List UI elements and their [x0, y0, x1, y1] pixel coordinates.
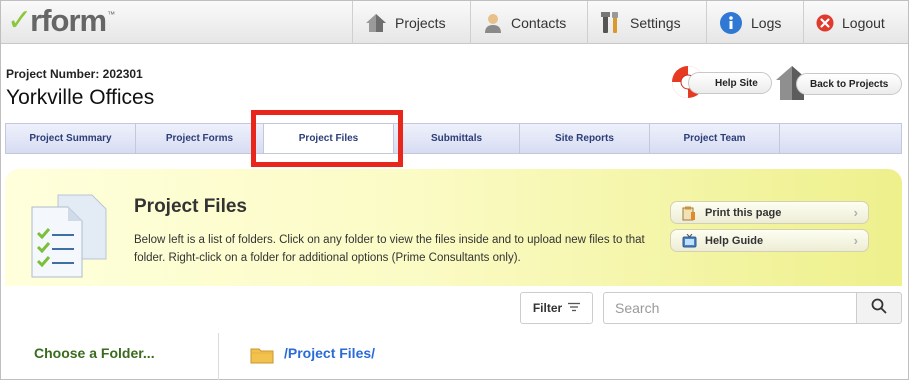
house-icon	[365, 13, 387, 33]
app-logo[interactable]: ✓ rform ™	[7, 3, 116, 38]
filter-label: Filter	[532, 301, 563, 315]
project-number: Project Number: 202301	[6, 67, 143, 81]
print-page-button[interactable]: Print this page ›	[670, 201, 869, 224]
info-icon	[719, 11, 743, 35]
search-icon	[871, 298, 887, 319]
back-to-projects-button[interactable]: Back to Projects	[796, 73, 902, 95]
user-icon	[483, 12, 503, 34]
checklist-documents-icon	[30, 193, 110, 284]
close-circle-icon	[816, 14, 834, 32]
nav-contacts[interactable]: Contacts	[470, 1, 587, 44]
print-icon	[682, 206, 696, 224]
nav-label: Logout	[842, 14, 885, 31]
checkmark-logo-icon: ✓	[7, 3, 33, 38]
active-tab-highlight	[251, 110, 403, 167]
info-panel	[5, 169, 902, 286]
tab-project-team[interactable]: Project Team	[650, 124, 780, 153]
tv-icon	[682, 233, 697, 251]
filter-lines-icon	[568, 301, 581, 315]
nav-logout[interactable]: Logout	[803, 1, 909, 44]
nav-label: Settings	[630, 14, 681, 31]
logo-trademark: ™	[107, 10, 116, 19]
project-tabs: Project Summary Project Forms Project Fi…	[5, 123, 902, 154]
nav-projects[interactable]: Projects	[352, 1, 470, 44]
top-navigation-bar: ✓ rform ™ Projects Contacts Settings Log…	[1, 1, 908, 44]
logo-text: rform	[30, 3, 107, 38]
help-guide-label: Help Guide	[705, 234, 764, 247]
search-input[interactable]	[603, 292, 857, 324]
tools-icon	[600, 11, 622, 35]
tab-submittals[interactable]: Submittals	[394, 124, 520, 153]
chevron-right-icon: ›	[853, 233, 858, 248]
tab-project-summary[interactable]: Project Summary	[6, 124, 136, 153]
print-page-label: Print this page	[705, 206, 782, 219]
current-folder-path[interactable]: /Project Files/	[284, 345, 375, 361]
nav-settings[interactable]: Settings	[587, 1, 706, 44]
nav-label: Projects	[395, 14, 446, 31]
folder-pane-divider	[218, 333, 219, 380]
filter-button[interactable]: Filter	[520, 292, 593, 324]
folder-icon	[250, 346, 274, 369]
choose-folder-heading: Choose a Folder...	[34, 345, 155, 361]
panel-description: Below left is a list of folders. Click o…	[134, 234, 645, 264]
help-site-button[interactable]: Help Site	[688, 72, 772, 94]
help-guide-button[interactable]: Help Guide ›	[670, 229, 869, 252]
panel-title: Project Files	[134, 196, 247, 217]
search-button[interactable]	[856, 292, 902, 324]
back-to-projects-label: Back to Projects	[810, 78, 889, 90]
nav-label: Logs	[751, 14, 782, 31]
help-site-label: Help Site	[715, 77, 758, 89]
chevron-right-icon: ›	[853, 205, 858, 220]
nav-logs[interactable]: Logs	[706, 1, 803, 44]
tab-project-forms[interactable]: Project Forms	[136, 124, 264, 153]
nav-label: Contacts	[511, 14, 567, 31]
project-title: Yorkville Offices	[6, 86, 155, 109]
tab-site-reports[interactable]: Site Reports	[520, 124, 650, 153]
